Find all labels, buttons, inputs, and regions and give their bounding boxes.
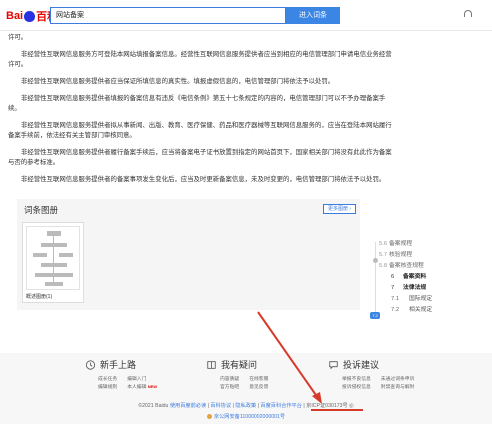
toc-label: 备案规程 [389, 241, 413, 247]
article-paragraph: 非经营性互联网信息服务方可登陆本网站填报备案信息。经营性互联网信息服务提供者应当… [8, 51, 392, 68]
album-thumbnail[interactable]: 概述图册(1) [22, 222, 84, 303]
footer-link[interactable]: 官方贴吧 [220, 383, 239, 390]
police-badge-icon [206, 414, 212, 420]
police-record-link[interactable]: 京公网安备11000002000001号 [214, 414, 285, 420]
footer-link[interactable]: 投诉侵权信息 [342, 383, 371, 390]
table-of-contents: 5.6 备案规程 5.7 核验规程 5.8 备案核查规程 6 备案资料 7 法律… [370, 239, 490, 316]
article-paragraph: 非经营性互联网信息服务提供者拟从事新闻、出版、教育、医疗保健、药品和医疗器械等互… [8, 122, 392, 139]
copyright-text: ©2021 Baidu [138, 403, 169, 409]
annotation-underline [311, 409, 363, 411]
toc-label: 国际规定 [409, 296, 433, 302]
footer-link[interactable]: 封禁查询与解封 [381, 383, 415, 390]
logo-text-bai: Bai [6, 10, 24, 22]
footer-col-title: 新手上路 [100, 360, 137, 370]
footer-link[interactable]: 成长任务 [98, 375, 117, 382]
footer-link[interactable]: 编辑规则 [98, 383, 117, 390]
footer-col-title: 我有疑问 [221, 360, 258, 370]
article-paragraph: 非经营性互联网信息服务提供者履行备案手续后，应当将备案电子证书放置到指定的网站首… [8, 149, 392, 166]
article-body: 许可。 非经营性互联网信息服务方可登陆本网站填报备案信息。经营性互联网信息服务提… [8, 33, 392, 192]
album-title: 词条图册 [24, 205, 59, 215]
new-badge: NEW [147, 384, 158, 389]
top-header: Bai 百科 网站备案 进入词条 [0, 0, 492, 31]
toc-item[interactable]: 5.8 备案核查规程 [370, 261, 490, 272]
footer-link[interactable]: 本人编辑 [127, 385, 146, 390]
album-caption: 概述图册(1) [26, 294, 53, 300]
toc-label: 法律法规 [403, 285, 427, 291]
toc-label: 核验规程 [389, 252, 413, 258]
article-paragraph: 非经营性互联网信息服务提供者的备案事项发生变化后，应当及时更新备案信息，未及时变… [21, 176, 386, 183]
footer-link[interactable]: 意见反馈 [249, 383, 268, 390]
footer-link[interactable]: 未通过词条申诉 [381, 375, 415, 382]
clock-icon [85, 359, 96, 370]
toc-label: 备案资料 [403, 274, 427, 280]
toc-active-marker[interactable]: 7.2 [370, 312, 380, 319]
paw-icon [24, 10, 36, 22]
enter-entry-button[interactable]: 进入词条 [286, 7, 340, 24]
footer-legal-link[interactable]: 隐私政策 [235, 403, 256, 409]
toc-num: 6 [391, 274, 395, 280]
footer-questions-column: 我有疑问 内容质疑 在线客服 官方贴吧 意见反馈 [206, 358, 268, 390]
entry-album: 词条图册 更多图册 › 概述图册(1) [17, 199, 360, 310]
user-area [464, 10, 484, 17]
footer-link[interactable]: 在线客服 [249, 375, 268, 382]
toc-num: 5.6 [379, 241, 388, 247]
toc-item[interactable]: 7 法律法规 [370, 283, 490, 294]
footer-legal-link[interactable]: 使用百度前必读 [170, 403, 206, 409]
footer-link[interactable]: 编辑入门 [127, 375, 157, 382]
toc-num: 7 [391, 285, 395, 291]
toc-item[interactable]: 7.2 相关规定 [370, 305, 490, 316]
police-record-line: 京公网安备11000002000001号 [0, 413, 492, 420]
toc-item[interactable]: 5.7 核验规程 [370, 250, 490, 261]
article-paragraph: 非经营性互联网信息服务提供者应当保证所填信息的真实性。填报虚假信息的，电信管理部… [21, 78, 335, 85]
toc-num: 7.1 [391, 296, 400, 302]
footer-legal-link[interactable]: 百科协议 [210, 403, 231, 409]
toc-num: 5.8 [379, 263, 388, 269]
footer-link-wrap: 本人编辑 NEW [127, 383, 157, 390]
footer-link[interactable]: 内容质疑 [220, 375, 239, 382]
copyright-line: ©2021 Baidu 使用百度前必读 | 百科协议 | 隐私政策 | 百度百科… [138, 403, 354, 409]
headset-icon[interactable] [464, 10, 472, 17]
footer-legal-link[interactable]: 百度百科合作平台 [260, 403, 302, 409]
toc-label: 备案核查规程 [389, 263, 424, 269]
toc-num: 5.7 [379, 252, 388, 258]
toc-item[interactable]: 7.1 国际规定 [370, 294, 490, 305]
flowchart-image [26, 226, 80, 290]
article-paragraph: 非经营性互联网信息服务提供者填报的备案信息有违反《电信条例》第五十七条规定的内容… [8, 95, 386, 112]
footer-newbie-column: 新手上路 成长任务 编辑入门 编辑规则 本人编辑 NEW [85, 358, 157, 390]
footer-col-title: 投诉建议 [343, 360, 380, 370]
search-input[interactable]: 网站备案 [50, 7, 286, 24]
book-icon [207, 360, 216, 369]
chat-bubble-icon [329, 360, 338, 369]
article-paragraph: 许可。 [8, 34, 28, 41]
toc-label: 相关规定 [409, 307, 433, 313]
footer-link[interactable]: 举报不良信息 [342, 375, 371, 382]
toc-item[interactable]: 5.6 备案规程 [370, 239, 490, 250]
footer-complaints-column: 投诉建议 举报不良信息 未通过词条申诉 投诉侵权信息 封禁查询与解封 [328, 358, 414, 390]
toc-item[interactable]: 6 备案资料 [370, 272, 490, 283]
more-albums-button[interactable]: 更多图册 › [322, 204, 356, 214]
